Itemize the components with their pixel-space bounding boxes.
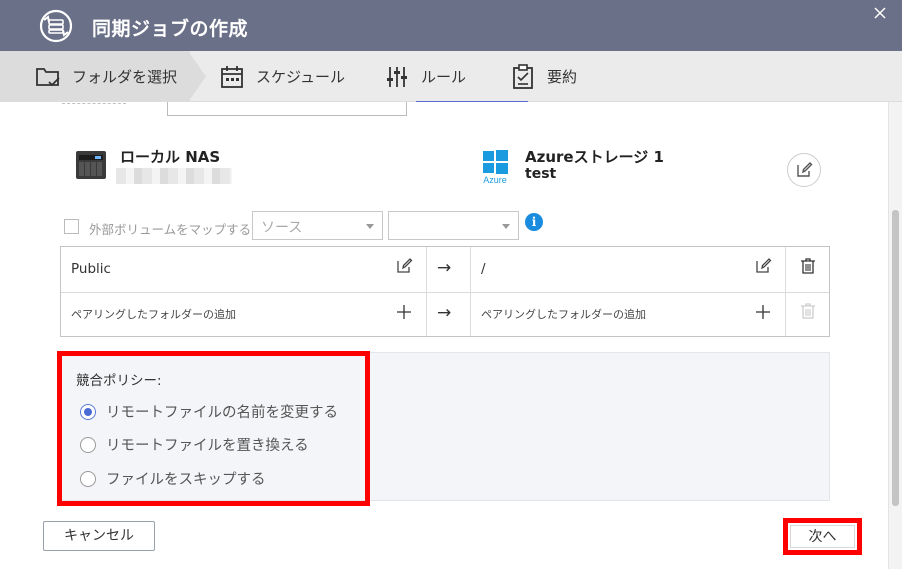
table-divider <box>61 292 829 293</box>
azure-icon-text: Azure <box>483 175 507 184</box>
policy-option-label: ファイルをスキップする <box>106 472 266 488</box>
trash-icon-disabled <box>801 303 815 319</box>
trash-icon[interactable] <box>799 257 817 275</box>
dialog-title: 同期ジョブの作成 <box>92 18 249 40</box>
pair-add-local[interactable]: ペアリングしたフォルダーの追加 <box>71 306 236 322</box>
edit-icon[interactable] <box>395 257 413 275</box>
plus-icon[interactable] <box>754 303 772 321</box>
map-source-select-value: ソース <box>261 220 303 236</box>
dialog-header: 同期ジョブの作成 <box>0 0 902 51</box>
scrolled-link-remnant[interactable] <box>416 100 528 102</box>
destination-title: Azureストレージ 1 <box>525 148 664 166</box>
info-icon[interactable]: i <box>525 213 543 231</box>
source-address-blurred <box>116 168 232 184</box>
nas-icon <box>76 151 106 179</box>
destination-subtitle: test <box>525 166 557 182</box>
clipboard-icon <box>513 63 533 89</box>
policy-option-replace[interactable]: リモートファイルを置き換える <box>80 434 309 455</box>
radio-selected[interactable] <box>80 403 96 420</box>
chevron-down-icon <box>366 224 374 229</box>
policy-option-rename[interactable]: リモートファイルの名前を変更する <box>80 401 338 422</box>
scrolled-label-remnant <box>62 102 126 104</box>
plus-icon[interactable] <box>395 303 413 321</box>
table-column-divider <box>785 247 786 336</box>
step-label: ルール <box>421 68 467 86</box>
folder-pair-table: Public → / ペアリングしたフォルダーの追加 → ペアリングしたフォルダ… <box>60 246 830 337</box>
edit-icon <box>797 162 813 177</box>
azure-windows-icon: Azure <box>483 150 508 184</box>
step-select-folder[interactable]: フォルダを選択 <box>0 51 190 102</box>
step-summary[interactable]: 要約 <box>509 51 577 102</box>
pair-arrow: → <box>437 303 452 323</box>
scrolled-select-remnant[interactable] <box>167 102 407 116</box>
chevron-down-icon <box>502 224 510 229</box>
step-label: スケジュール <box>256 68 345 86</box>
wizard-steps: フォルダを選択 スケジュール ルール 要約 <box>0 51 902 102</box>
map-volume-checkbox[interactable] <box>64 219 79 234</box>
sync-job-icon <box>39 9 73 43</box>
calendar-icon <box>221 65 243 88</box>
scrollbar-thumb[interactable] <box>892 210 899 506</box>
radio-unselected[interactable] <box>80 470 96 487</box>
map-source-select[interactable]: ソース <box>252 211 383 240</box>
next-button[interactable]: 次へ <box>790 525 855 548</box>
source-title: ローカル NAS <box>120 148 221 166</box>
step-arrow-shape <box>188 51 206 102</box>
step-label: 要約 <box>547 68 578 86</box>
step-label: フォルダを選択 <box>72 68 178 86</box>
map-target-select[interactable] <box>388 211 519 240</box>
sliders-icon <box>387 66 407 87</box>
cancel-button[interactable]: キャンセル <box>43 521 155 551</box>
close-icon[interactable] <box>872 5 888 21</box>
edit-icon[interactable] <box>754 257 772 275</box>
edit-destination-button[interactable] <box>787 153 821 187</box>
map-volume-label: 外部ボリュームをマップする <box>89 222 252 237</box>
pair-remote-folder: / <box>481 261 486 277</box>
conflict-policy-title: 競合ポリシー: <box>76 373 162 389</box>
policy-option-label: リモートファイルを置き換える <box>106 438 309 454</box>
step-schedule[interactable]: スケジュール <box>218 51 345 102</box>
content-scrollbar[interactable] <box>888 102 902 569</box>
table-column-divider <box>470 247 471 336</box>
table-column-divider <box>426 247 427 336</box>
radio-unselected[interactable] <box>80 436 96 453</box>
pair-local-folder: Public <box>71 261 111 277</box>
folder-check-icon <box>36 67 60 86</box>
policy-option-label: リモートファイルの名前を変更する <box>106 405 338 421</box>
pair-add-remote[interactable]: ペアリングしたフォルダーの追加 <box>481 306 646 322</box>
policy-option-skip[interactable]: ファイルをスキップする <box>80 468 266 489</box>
step-rules[interactable]: ルール <box>383 51 466 102</box>
pair-arrow: → <box>437 258 452 278</box>
